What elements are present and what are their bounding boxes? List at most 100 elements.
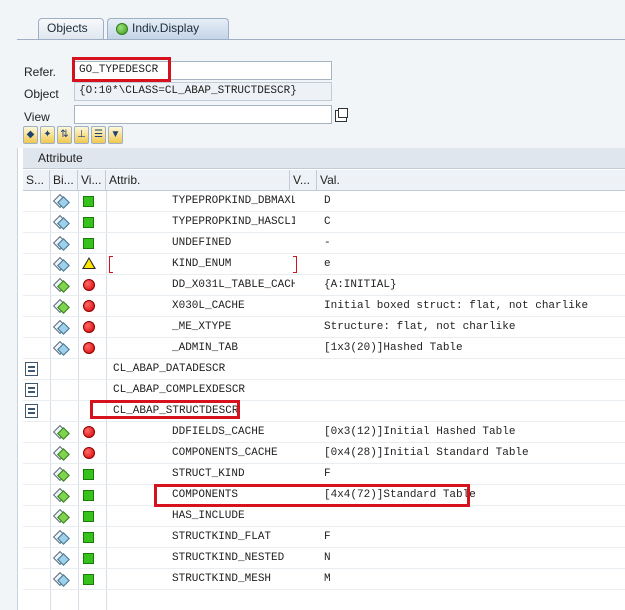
static-attribute-icon <box>52 256 70 272</box>
attribute-value[interactable]: [1x3(20)]Hashed Table <box>324 338 624 359</box>
attribute-value[interactable]: F <box>324 527 624 548</box>
attribute-value[interactable]: D <box>324 191 624 212</box>
table-row[interactable]: X030L_CACHE Initial boxed struct: flat, n… <box>23 296 625 317</box>
super-attributes-icon[interactable]: ✦ <box>40 126 55 144</box>
table-row[interactable]: DD_X031L_TABLE_CACHE {A:INITIAL} <box>23 275 625 296</box>
attribute-name[interactable]: STRUCT_KIND <box>172 464 295 485</box>
attributes-icon[interactable]: ◆ <box>23 126 38 144</box>
attribute-value[interactable]: C <box>324 212 624 233</box>
attribute-value[interactable]: N <box>324 548 624 569</box>
table-row[interactable]: STRUCTKIND_MESH M <box>23 569 625 590</box>
table-row[interactable]: CL_ABAP_DATADESCR <box>23 359 625 380</box>
col-header-attribute[interactable]: Attrib. <box>106 170 290 191</box>
warning-icon <box>82 257 96 269</box>
table-row[interactable]: TYPEPROPKIND_HASCLI... C <box>23 212 625 233</box>
col-header-visibility[interactable]: Vi... <box>78 170 106 191</box>
col-header-v[interactable]: V... <box>290 170 317 191</box>
table-row[interactable]: TYPEPROPKIND_DBMAXL... D <box>23 191 625 212</box>
attribute-name[interactable]: CL_ABAP_COMPLEXDESCR <box>113 380 293 401</box>
static-attribute-icon <box>52 529 70 545</box>
attribute-value[interactable]: Initial boxed struct: flat, not charlike <box>324 296 624 317</box>
attribute-name[interactable]: _ME_XTYPE <box>172 317 295 338</box>
attribute-name[interactable]: CL_ABAP_DATADESCR <box>113 359 293 380</box>
static-attribute-icon <box>52 340 70 356</box>
class-icon[interactable] <box>25 404 38 418</box>
private-visibility-icon <box>83 426 95 438</box>
attribute-grid: Attribute S... Bi... Vi... Attrib. V... … <box>17 148 625 610</box>
public-visibility-icon <box>83 196 94 207</box>
attribute-name[interactable]: COMPONENTS <box>172 485 295 506</box>
instance-attribute-icon <box>52 445 70 461</box>
attribute-value[interactable]: M <box>324 569 624 590</box>
object-label: Object <box>24 87 59 101</box>
class-icon[interactable] <box>25 383 38 397</box>
sort-icon[interactable]: ⇅ <box>57 126 72 144</box>
static-attribute-icon <box>52 571 70 587</box>
tree-icon[interactable]: ☰ <box>91 126 106 144</box>
attribute-name[interactable]: UNDEFINED <box>172 233 295 254</box>
table-row[interactable]: STRUCT_KIND F <box>23 464 625 485</box>
table-row[interactable]: KIND_ENUM e <box>23 254 625 275</box>
attribute-value[interactable]: e <box>324 254 624 275</box>
attribute-value[interactable]: F <box>324 464 624 485</box>
view-options-icon[interactable] <box>335 108 348 122</box>
attribute-name[interactable]: HAS_INCLUDE <box>172 506 295 527</box>
col-header-value[interactable]: Val. <box>317 170 625 191</box>
attribute-name[interactable]: COMPONENTS_CACHE <box>172 443 295 464</box>
table-row[interactable]: COMPONENTS_CACHE [0x4(28)]Initial Standar… <box>23 443 625 464</box>
static-attribute-icon <box>52 214 70 230</box>
attribute-value[interactable]: - <box>324 233 624 254</box>
tab-objects[interactable]: Objects <box>38 18 104 39</box>
table-row[interactable]: UNDEFINED - <box>23 233 625 254</box>
attribute-value[interactable]: Structure: flat, not charlike <box>324 317 624 338</box>
table-row[interactable]: HAS_INCLUDE <box>23 506 625 527</box>
class-icon[interactable] <box>25 362 38 376</box>
attribute-name[interactable]: STRUCTKIND_NESTED <box>172 548 295 569</box>
attribute-name[interactable]: KIND_ENUM <box>172 254 295 275</box>
attribute-value[interactable]: {A:INITIAL} <box>324 275 624 296</box>
col-header-binding[interactable]: Bi... <box>50 170 78 191</box>
attribute-name[interactable]: X030L_CACHE <box>172 296 295 317</box>
grid-title: Attribute <box>23 148 625 169</box>
attribute-name[interactable]: STRUCTKIND_FLAT <box>172 527 295 548</box>
attribute-value[interactable] <box>324 380 624 401</box>
attribute-name[interactable]: TYPEPROPKIND_DBMAXL... <box>172 191 295 212</box>
private-visibility-icon <box>83 447 95 459</box>
attribute-name[interactable]: TYPEPROPKIND_HASCLI... <box>172 212 295 233</box>
instance-attribute-icon <box>52 466 70 482</box>
table-row[interactable]: _ME_XTYPE Structure: flat, not charlike <box>23 317 625 338</box>
view-field[interactable] <box>74 105 332 124</box>
attribute-name[interactable]: DD_X031L_TABLE_CACHE <box>172 275 295 296</box>
attribute-name[interactable]: _ADMIN_TAB <box>172 338 295 359</box>
attribute-value[interactable] <box>324 359 624 380</box>
public-visibility-icon <box>83 511 94 522</box>
instance-attribute-icon <box>52 508 70 524</box>
attribute-value[interactable] <box>324 506 624 527</box>
instance-attribute-icon <box>52 487 70 503</box>
private-visibility-icon <box>83 300 95 312</box>
hierarchy-icon[interactable]: ⊥ <box>74 126 89 144</box>
attribute-value[interactable] <box>324 401 624 422</box>
table-row[interactable]: DDFIELDS_CACHE [0x3(12)]Initial Hashed Ta… <box>23 422 625 443</box>
attribute-value[interactable]: [0x3(12)]Initial Hashed Table <box>324 422 624 443</box>
table-row[interactable]: CL_ABAP_COMPLEXDESCR <box>23 380 625 401</box>
attribute-name[interactable]: STRUCTKIND_MESH <box>172 569 295 590</box>
table-row[interactable]: COMPONENTS [4x4(72)]Standard Table <box>23 485 625 506</box>
attribute-value[interactable]: [4x4(72)]Standard Table <box>324 485 624 506</box>
static-attribute-icon <box>52 235 70 251</box>
col-header-s[interactable]: S... <box>23 170 50 191</box>
private-visibility-icon <box>83 342 95 354</box>
static-attribute-icon <box>52 319 70 335</box>
instance-attribute-icon <box>52 424 70 440</box>
table-row[interactable]: STRUCTKIND_NESTED N <box>23 548 625 569</box>
attribute-value[interactable]: [0x4(28)]Initial Standard Table <box>324 443 624 464</box>
filter-icon[interactable]: ▼ <box>108 126 123 144</box>
attribute-name[interactable]: CL_ABAP_STRUCTDESCR <box>113 401 293 422</box>
public-visibility-icon <box>83 553 94 564</box>
tab-indiv-display[interactable]: Indiv.Display <box>107 18 229 39</box>
attribute-name[interactable]: DDFIELDS_CACHE <box>172 422 295 443</box>
table-row[interactable]: CL_ABAP_STRUCTDESCR <box>23 401 625 422</box>
table-row[interactable]: _ADMIN_TAB [1x3(20)]Hashed Table <box>23 338 625 359</box>
refer-field[interactable]: GO_TYPEDESCR <box>74 61 332 80</box>
table-row[interactable]: STRUCTKIND_FLAT F <box>23 527 625 548</box>
